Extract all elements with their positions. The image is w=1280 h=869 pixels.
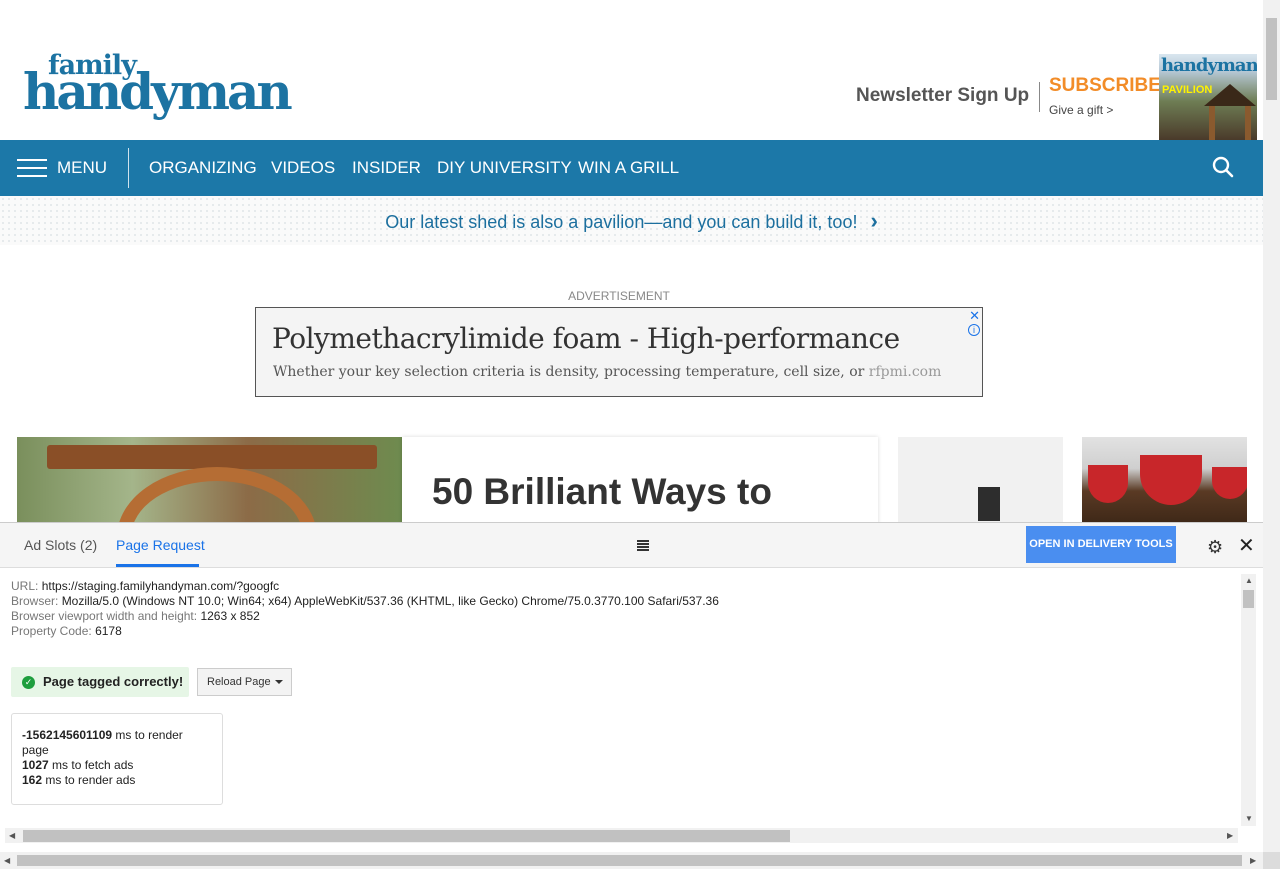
info-key: Property Code: — [11, 624, 92, 638]
promo-text: Our latest shed is also a pavilion—and y… — [385, 212, 858, 232]
page: family handyman Newsletter Sign Up SUBSC… — [0, 0, 1263, 852]
logo-line2: handyman — [23, 62, 293, 121]
ad-close-icon[interactable]: ✕ — [969, 308, 980, 324]
ad-title[interactable]: Polymethacrylimide foam - High-performan… — [272, 322, 900, 355]
reload-page-button[interactable]: Reload Page — [197, 668, 292, 696]
header-divider — [1039, 82, 1040, 112]
timing-value: 162 — [22, 773, 43, 787]
bowl-shape — [1088, 465, 1128, 503]
timing-box: -1562145601109 ms to render page 1027 ms… — [11, 713, 223, 805]
nav-item-win-a-grill[interactable]: WIN A GRILL — [578, 158, 679, 178]
timing-label: ms to fetch ads — [48, 758, 134, 772]
menu-button[interactable]: MENU — [57, 158, 107, 178]
nav-item-videos[interactable]: VIDEOS — [271, 158, 335, 178]
status-text: Page tagged correctly! — [43, 674, 184, 689]
promo-banner[interactable]: Our latest shed is also a pavilion—and y… — [0, 196, 1263, 245]
reload-label: Reload Page — [207, 676, 271, 688]
pergola-arch-shape — [117, 467, 317, 527]
info-row: Browser viewport width and height: 1263 … — [11, 609, 719, 624]
newsletter-link[interactable]: Newsletter Sign Up — [856, 85, 1029, 107]
promo-text-row: Our latest shed is also a pavilion—and y… — [0, 208, 1263, 234]
scrollbar-thumb[interactable] — [23, 830, 790, 842]
ad-info-icon[interactable]: i — [968, 324, 980, 336]
info-row: Browser: Mozilla/5.0 (Windows NT 10.0; W… — [11, 594, 719, 609]
main-nav: MENU ORGANIZING VIDEOS INSIDER DIY UNIVE… — [0, 140, 1263, 196]
timing-row: 1027 ms to fetch ads — [22, 758, 212, 773]
open-delivery-tools-button[interactable]: OPEN IN DELIVERY TOOLS — [1026, 526, 1176, 563]
scroll-left-icon[interactable]: ◀ — [4, 856, 10, 865]
advertisement-label: ADVERTISEMENT — [568, 289, 670, 303]
give-gift-link[interactable]: Give a gift > — [1049, 103, 1113, 117]
close-icon[interactable]: ✕ — [1238, 536, 1255, 556]
scroll-down-icon[interactable]: ▼ — [1245, 814, 1253, 823]
article-thumbnail[interactable] — [898, 437, 1063, 527]
hamburger-icon[interactable] — [17, 157, 47, 179]
scrollbar-corner — [1263, 852, 1280, 869]
scroll-right-icon[interactable]: ▶ — [1250, 856, 1256, 865]
info-row: Property Code: 6178 — [11, 624, 719, 639]
ad-description: Whether your key selection criteria is d… — [273, 364, 941, 380]
scrollbar-thumb[interactable] — [17, 855, 1242, 866]
nav-divider — [128, 148, 129, 188]
tab-page-request[interactable]: Page Request — [116, 537, 205, 553]
ad-banner[interactable]: Polymethacrylimide foam - High-performan… — [255, 307, 983, 397]
pergola-beam-shape — [47, 445, 377, 469]
status-badge: ✓ Page tagged correctly! — [11, 667, 189, 697]
scroll-left-icon[interactable]: ◀ — [9, 831, 15, 840]
hero-title[interactable]: 50 Brilliant Ways to — [432, 471, 772, 513]
hero-image[interactable] — [17, 437, 402, 527]
check-circle-icon: ✓ — [22, 676, 35, 689]
nav-item-diy-university[interactable]: DIY UNIVERSITY — [437, 158, 572, 178]
page-horizontal-scrollbar[interactable]: ◀ ▶ — [0, 852, 1263, 869]
magazine-cover-image[interactable]: handyman PAVILION — [1159, 54, 1257, 140]
nav-item-insider[interactable]: INSIDER — [352, 158, 421, 178]
info-value: https://staging.familyhandyman.com/?goog… — [41, 579, 280, 593]
panel-vertical-scrollbar[interactable]: ▲ ▼ — [1241, 574, 1256, 826]
info-value: 6178 — [95, 624, 122, 638]
site-logo[interactable]: family handyman — [23, 50, 293, 121]
info-value: 1263 x 852 — [200, 609, 260, 623]
panel-horizontal-scrollbar[interactable]: ◀ ▶ — [5, 828, 1238, 843]
hero-card[interactable]: 50 Brilliant Ways to — [402, 437, 878, 527]
request-info: URL: https://staging.familyhandyman.com/… — [11, 579, 719, 639]
info-key: Browser viewport width and height: — [11, 609, 198, 623]
ad-desc-text: Whether your key selection criteria is d… — [273, 364, 865, 380]
pavilion-posts-shape — [1209, 106, 1251, 140]
page-vertical-scrollbar[interactable] — [1263, 0, 1280, 852]
caret-down-icon — [274, 680, 283, 685]
ad-domain[interactable]: rfpmi.com — [869, 364, 942, 380]
scrollbar-thumb[interactable] — [1266, 18, 1277, 100]
chevron-right-icon: › — [870, 208, 878, 233]
timing-row: 162 ms to render ads — [22, 773, 212, 788]
tab-ad-slots[interactable]: Ad Slots (2) — [24, 537, 97, 553]
article-thumbnail[interactable] — [1082, 437, 1247, 527]
panel-tabs: Ad Slots (2) Page Request OPEN IN DELIVE… — [0, 523, 1263, 568]
scroll-right-icon[interactable]: ▶ — [1227, 831, 1233, 840]
scrollbar-thumb[interactable] — [1243, 590, 1254, 608]
magazine-title: handyman — [1161, 55, 1257, 76]
info-row: URL: https://staging.familyhandyman.com/… — [11, 579, 719, 594]
timing-label: ms to render ads — [42, 773, 136, 787]
bowl-shape — [1140, 455, 1202, 505]
scroll-up-icon[interactable]: ▲ — [1245, 576, 1253, 585]
nav-item-organizing[interactable]: ORGANIZING — [149, 158, 257, 178]
search-icon[interactable] — [1211, 155, 1235, 179]
list-icon[interactable] — [637, 540, 649, 552]
active-tab-indicator — [116, 564, 199, 567]
timing-row: -1562145601109 ms to render page — [22, 728, 212, 758]
timing-value: -1562145601109 — [22, 728, 113, 742]
timing-value: 1027 — [22, 758, 49, 772]
subscribe-link[interactable]: SUBSCRIBE — [1049, 75, 1161, 97]
info-value: Mozilla/5.0 (Windows NT 10.0; Win64; x64… — [61, 594, 719, 608]
info-key: URL: — [11, 579, 39, 593]
info-key: Browser: — [11, 594, 59, 608]
tool-shape — [978, 487, 1000, 521]
gear-icon[interactable]: ⚙ — [1207, 538, 1225, 556]
bowl-shape — [1212, 467, 1247, 499]
publisher-console-panel: Ad Slots (2) Page Request OPEN IN DELIVE… — [0, 522, 1263, 852]
pavilion-roof-shape — [1204, 84, 1256, 106]
